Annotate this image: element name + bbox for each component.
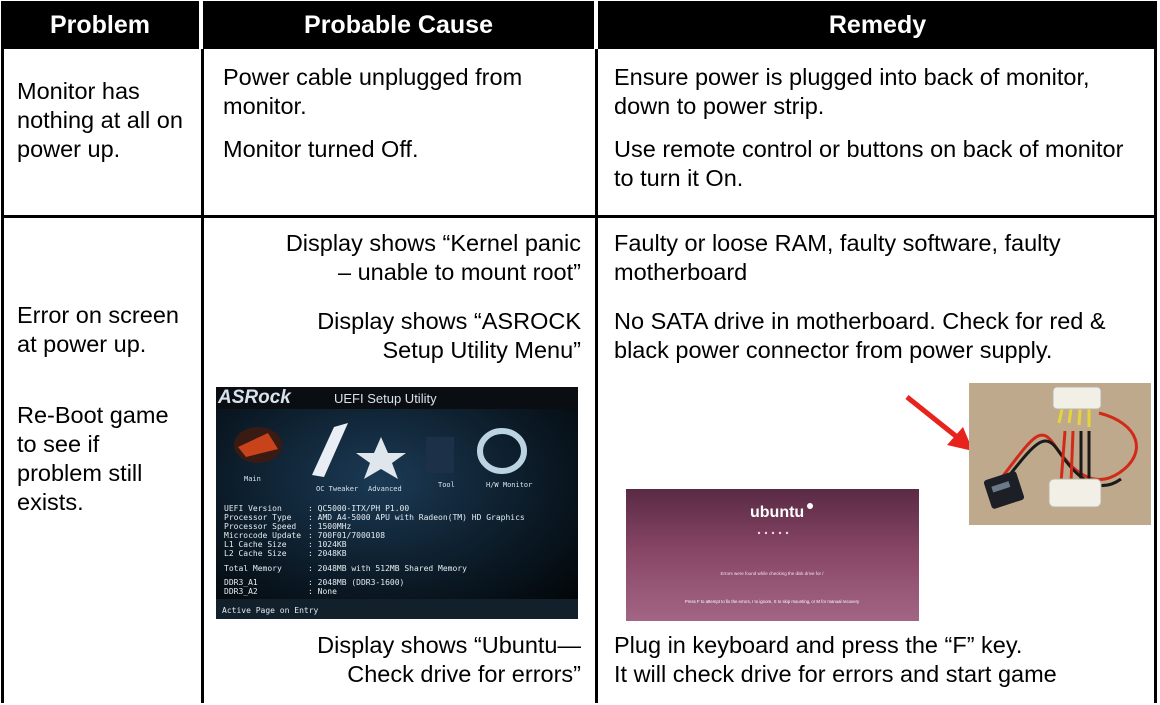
row2-cause-3: Display shows “Ubuntu— Check drive for e… <box>213 631 581 689</box>
ubuntu-message: Errors were found while checking the dis… <box>720 571 824 576</box>
bios-tab-advanced: Advanced <box>368 485 402 493</box>
bios-row-value: : None <box>308 587 337 596</box>
grid-line-col1 <box>201 49 204 703</box>
bios-row-value: : 1024KB <box>308 540 347 549</box>
row2-cause-3-line1: Display shows “Ubuntu— <box>317 632 581 658</box>
header-probable-cause: Probable Cause <box>203 1 594 49</box>
ubuntu-prompt: Press F to attempt to fix the errors, I … <box>685 599 860 604</box>
sata-power-connector-photo <box>969 383 1151 525</box>
bios-tab-tool: Tool <box>438 481 455 489</box>
ubuntu-error-screen-photo: ubuntu Errors were found while checking … <box>626 489 919 621</box>
bios-row-value: : QC5000-ITX/PH P1.00 <box>308 504 409 513</box>
asrock-bios-photo: ASRock UEFI Setup Utility Main OC Tweake… <box>216 387 578 619</box>
grid-line-right <box>1154 49 1157 703</box>
row2-remedy-3-line1: Plug in keyboard and press the “F” key. <box>614 632 1023 658</box>
bios-tab-hw-monitor: H/W Monitor <box>486 481 532 489</box>
row2-cause-2-line1: Display shows “ASROCK <box>317 308 581 334</box>
bios-row-value: : 2048KB <box>308 549 347 558</box>
bios-logo: ASRock <box>217 387 292 408</box>
row2-cause-3-line2: Check drive for errors” <box>347 661 581 687</box>
bios-row-label: Microcode Update <box>224 531 301 540</box>
row2-problem-2: Re-Boot game to see if problem still exi… <box>17 402 169 515</box>
header-remedy: Remedy <box>598 1 1157 49</box>
row1-remedy-2: Use remote control or buttons on back of… <box>614 136 1124 191</box>
bios-title: UEFI Setup Utility <box>334 391 437 406</box>
bios-row-label: DDR3_A2 <box>224 587 258 596</box>
bios-row-label: Processor Speed <box>224 522 296 531</box>
row2-remedy-2: No SATA drive in motherboard. Check for … <box>614 308 1106 363</box>
troubleshooting-table: Problem Probable Cause Remedy Monitor ha… <box>1 1 1157 703</box>
bios-row-value: : AMD A4-5000 APU with Radeon(TM) HD Gra… <box>308 513 525 522</box>
bios-row-label: UEFI Version <box>224 504 282 513</box>
row1-remedy-1: Ensure power is plugged into back of mon… <box>614 64 1090 119</box>
row2-remedy-3-line2: It will check drive for errors and start… <box>614 661 1057 687</box>
bios-row-label: DDR3_A1 <box>224 578 258 587</box>
bios-row-label: Total Memory <box>224 564 282 573</box>
bios-row-value: : 2048MB with 512MB Shared Memory <box>308 564 467 573</box>
header-problem: Problem <box>1 1 199 49</box>
grid-line-left <box>1 49 4 703</box>
row1-cause-2: Monitor turned Off. <box>223 136 419 162</box>
row2-cause-1: Display shows “Kernel panic – unable to … <box>213 229 581 287</box>
bios-row-value: : 2048MB (DDR3-1600) <box>308 578 404 587</box>
row2-problem-1: Error on screen at power up. <box>17 302 179 357</box>
ubuntu-logo: ubuntu <box>750 504 804 521</box>
grid-line-col2 <box>595 49 598 703</box>
row1-cause-1: Power cable unplugged from monitor. <box>223 64 523 119</box>
bios-row-label: L2 Cache Size <box>224 549 287 558</box>
bios-row-label: Processor Type <box>224 513 292 522</box>
bios-footer: Active Page on Entry <box>222 606 319 615</box>
grid-line-row-divider <box>1 215 1157 218</box>
bios-row-value: : 700F01/7000108 <box>308 531 385 540</box>
bios-tab-oc-tweaker: OC Tweaker <box>316 485 358 493</box>
bios-row-label: L1 Cache Size <box>224 540 287 549</box>
row2-cause-1-line2: – unable to mount root” <box>338 259 581 285</box>
row2-remedy-1: Faulty or loose RAM, faulty software, fa… <box>614 230 1061 285</box>
bios-tab-main: Main <box>244 475 261 483</box>
bios-row-value: : 1500MHz <box>308 522 352 531</box>
row1-problem: Monitor has nothing at all on power up. <box>17 78 183 162</box>
row2-remedy-3: Plug in keyboard and press the “F” key. … <box>614 631 1150 689</box>
row2-cause-2: Display shows “ASROCK Setup Utility Menu… <box>213 307 581 365</box>
row2-cause-1-line1: Display shows “Kernel panic <box>285 230 581 256</box>
row2-cause-2-line2: Setup Utility Menu” <box>382 337 581 363</box>
